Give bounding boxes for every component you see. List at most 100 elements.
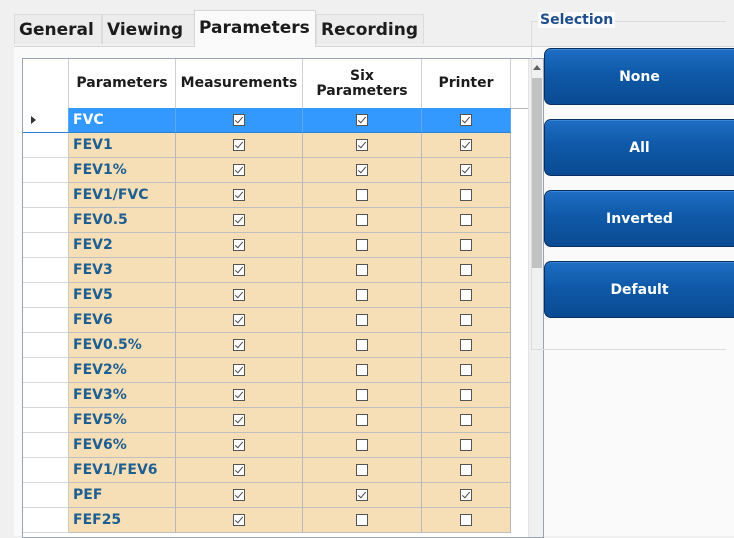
printer-checkbox[interactable] xyxy=(460,264,472,276)
row-header-cell[interactable] xyxy=(23,108,69,133)
table-row[interactable]: FEV2% xyxy=(23,358,511,383)
parameter-name-cell[interactable]: FEV5% xyxy=(69,408,176,433)
parameter-name-cell[interactable]: FEV0.5% xyxy=(69,333,176,358)
row-header-cell[interactable] xyxy=(23,208,69,233)
table-row[interactable]: PEF xyxy=(23,483,511,508)
row-header-cell[interactable] xyxy=(23,433,69,458)
printer-checkbox[interactable] xyxy=(460,139,472,151)
six-parameters-checkbox[interactable] xyxy=(356,364,368,376)
printer-checkbox[interactable] xyxy=(460,189,472,201)
table-row[interactable]: FEV1% xyxy=(23,158,511,183)
parameter-name-cell[interactable]: FEV6% xyxy=(69,433,176,458)
printer-checkbox[interactable] xyxy=(460,439,472,451)
table-row[interactable]: FEV6 xyxy=(23,308,511,333)
table-row[interactable]: FEV3% xyxy=(23,383,511,408)
row-header-cell[interactable] xyxy=(23,333,69,358)
column-header-parameters[interactable]: Parameters xyxy=(69,59,176,108)
parameter-name-cell[interactable]: PEF xyxy=(69,483,176,508)
six-parameters-checkbox[interactable] xyxy=(356,514,368,526)
parameter-name-cell[interactable]: FEV3% xyxy=(69,383,176,408)
parameters-grid[interactable]: Parameters Measurements Six Parameters P… xyxy=(22,58,544,538)
six-parameters-checkbox[interactable] xyxy=(356,214,368,226)
row-header-cell[interactable] xyxy=(23,408,69,433)
six-parameters-checkbox[interactable] xyxy=(356,339,368,351)
tab-general[interactable]: General xyxy=(14,14,102,44)
row-header-cell[interactable] xyxy=(23,458,69,483)
parameter-name-cell[interactable]: FEV0.5 xyxy=(69,208,176,233)
six-parameters-checkbox[interactable] xyxy=(356,189,368,201)
table-row[interactable]: FEV5 xyxy=(23,283,511,308)
parameter-name-cell[interactable]: FEV6 xyxy=(69,308,176,333)
parameter-name-cell[interactable]: FEV1 xyxy=(69,133,176,158)
parameter-name-cell[interactable]: FEV5 xyxy=(69,283,176,308)
row-header-cell[interactable] xyxy=(23,483,69,508)
measurement-checkbox[interactable] xyxy=(233,139,245,151)
six-parameters-checkbox[interactable] xyxy=(356,289,368,301)
six-parameters-checkbox[interactable] xyxy=(356,489,368,501)
printer-checkbox[interactable] xyxy=(460,414,472,426)
measurement-checkbox[interactable] xyxy=(233,214,245,226)
table-row[interactable]: FEV0.5% xyxy=(23,333,511,358)
row-header-cell[interactable] xyxy=(23,133,69,158)
tab-recording[interactable]: Recording xyxy=(316,14,424,44)
measurement-checkbox[interactable] xyxy=(233,364,245,376)
select-inverted-button[interactable]: Inverted xyxy=(544,190,734,247)
parameter-name-cell[interactable]: FEV1% xyxy=(69,158,176,183)
row-header-cell[interactable] xyxy=(23,283,69,308)
tab-viewing[interactable]: Viewing xyxy=(102,14,204,44)
parameter-name-cell[interactable]: FEF25 xyxy=(69,508,176,533)
printer-checkbox[interactable] xyxy=(460,489,472,501)
select-default-button[interactable]: Default xyxy=(544,261,734,318)
measurement-checkbox[interactable] xyxy=(233,439,245,451)
parameter-name-cell[interactable]: FVC xyxy=(69,108,176,133)
printer-checkbox[interactable] xyxy=(460,389,472,401)
select-none-button[interactable]: None xyxy=(544,48,734,105)
parameter-name-cell[interactable]: FEV1/FVC xyxy=(69,183,176,208)
measurement-checkbox[interactable] xyxy=(233,389,245,401)
table-row[interactable]: FEV5% xyxy=(23,408,511,433)
six-parameters-checkbox[interactable] xyxy=(356,439,368,451)
table-row[interactable]: FEF25 xyxy=(23,508,511,533)
row-header-cell[interactable] xyxy=(23,183,69,208)
printer-checkbox[interactable] xyxy=(460,364,472,376)
measurement-checkbox[interactable] xyxy=(233,339,245,351)
measurement-checkbox[interactable] xyxy=(233,289,245,301)
parameter-name-cell[interactable]: FEV1/FEV6 xyxy=(69,458,176,483)
six-parameters-checkbox[interactable] xyxy=(356,239,368,251)
row-header-cell[interactable] xyxy=(23,308,69,333)
printer-checkbox[interactable] xyxy=(460,464,472,476)
select-all-button[interactable]: All xyxy=(544,119,734,176)
six-parameters-checkbox[interactable] xyxy=(356,464,368,476)
measurement-checkbox[interactable] xyxy=(233,114,245,126)
six-parameters-checkbox[interactable] xyxy=(356,164,368,176)
table-row[interactable]: FVC xyxy=(23,108,511,133)
column-header-measurements[interactable]: Measurements xyxy=(176,59,303,108)
printer-checkbox[interactable] xyxy=(460,164,472,176)
six-parameters-checkbox[interactable] xyxy=(356,389,368,401)
parameter-name-cell[interactable]: FEV2 xyxy=(69,233,176,258)
measurement-checkbox[interactable] xyxy=(233,489,245,501)
table-row[interactable]: FEV1/FVC xyxy=(23,183,511,208)
parameter-name-cell[interactable]: FEV2% xyxy=(69,358,176,383)
row-header-cell[interactable] xyxy=(23,258,69,283)
measurement-checkbox[interactable] xyxy=(233,314,245,326)
six-parameters-checkbox[interactable] xyxy=(356,264,368,276)
measurement-checkbox[interactable] xyxy=(233,414,245,426)
tab-parameters[interactable]: Parameters xyxy=(194,10,316,47)
measurement-checkbox[interactable] xyxy=(233,464,245,476)
measurement-checkbox[interactable] xyxy=(233,164,245,176)
six-parameters-checkbox[interactable] xyxy=(356,114,368,126)
column-header-six-parameters[interactable]: Six Parameters xyxy=(303,59,422,108)
table-row[interactable]: FEV2 xyxy=(23,233,511,258)
table-row[interactable]: FEV0.5 xyxy=(23,208,511,233)
parameter-name-cell[interactable]: FEV3 xyxy=(69,258,176,283)
row-header-cell[interactable] xyxy=(23,233,69,258)
measurement-checkbox[interactable] xyxy=(233,264,245,276)
row-header-cell[interactable] xyxy=(23,158,69,183)
six-parameters-checkbox[interactable] xyxy=(356,414,368,426)
table-row[interactable]: FEV1 xyxy=(23,133,511,158)
measurement-checkbox[interactable] xyxy=(233,239,245,251)
row-header-cell[interactable] xyxy=(23,358,69,383)
printer-checkbox[interactable] xyxy=(460,339,472,351)
row-header-cell[interactable] xyxy=(23,383,69,408)
